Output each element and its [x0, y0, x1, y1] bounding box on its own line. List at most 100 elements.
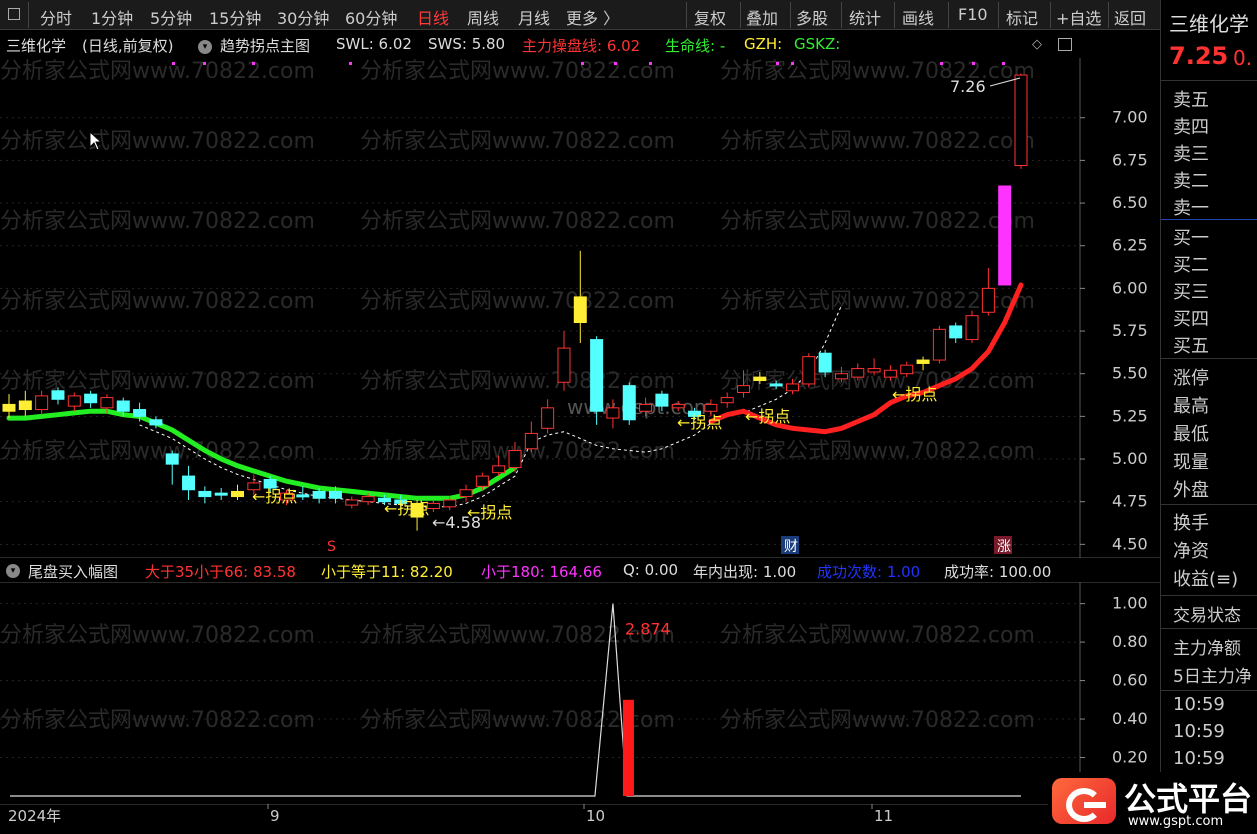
panel-toggle-icon[interactable]: [1058, 38, 1072, 51]
candle[interactable]: [67, 392, 81, 412]
add-watchlist-button[interactable]: +自选: [1056, 5, 1101, 29]
candle[interactable]: [981, 267, 995, 316]
diamond-icon[interactable]: ◇: [1032, 37, 1042, 52]
candle[interactable]: [345, 496, 359, 509]
y-tick-label: 6.25: [1112, 236, 1148, 255]
candle[interactable]: [459, 484, 473, 502]
tab-monthly[interactable]: 月线: [518, 5, 550, 29]
candle[interactable]: [165, 450, 179, 485]
signal-dot: [649, 62, 652, 65]
main-net-label: 主力净额: [1173, 639, 1241, 659]
tab-more[interactable]: 更多 〉: [566, 5, 619, 29]
y-tick-label: 5.75: [1112, 321, 1148, 340]
watermark-text: 分析家公式网www.70822.com: [720, 369, 1035, 394]
candle[interactable]: [965, 310, 979, 343]
sell4-label: 卖四: [1173, 117, 1209, 138]
limit-up-label: 涨停: [1173, 368, 1209, 389]
watermark-text: 分析家公式网www.70822.com: [360, 59, 675, 84]
watermark-text: 分析家公式网www.70822.com: [0, 369, 315, 394]
candle[interactable]: [524, 421, 538, 453]
x-label-year: 2024年: [8, 807, 61, 825]
buy5-label: 买五: [1173, 336, 1209, 357]
multi-stock-button[interactable]: 多股: [796, 5, 828, 29]
watermark-text: 分析家公式网www.70822.com: [0, 439, 315, 464]
lt180-value: 小于180: 164.66: [481, 563, 602, 581]
indicator-name[interactable]: 趋势拐点主图: [220, 35, 310, 56]
restore-rights-button[interactable]: 复权: [694, 5, 726, 29]
dashed-support-line: [139, 305, 842, 508]
candle[interactable]: [296, 486, 310, 500]
candle[interactable]: [214, 488, 228, 500]
main-kline-chart[interactable]: 分析家公式网www.70822.com 分析家公式网www.70822.com 分析…: [0, 58, 1160, 558]
tab-1min[interactable]: 1分钟: [91, 5, 133, 29]
candle[interactable]: [1014, 73, 1028, 169]
candle[interactable]: [541, 399, 555, 434]
trade-status-label[interactable]: 交易状态: [1173, 601, 1241, 626]
tab-fenshi[interactable]: 分时: [40, 5, 72, 29]
quote-panel: 三维化学 7.25 0. 卖五 卖四 卖三 卖二 卖一 买一 买二 买三 买四 …: [1160, 0, 1257, 834]
sub-y-tick-label: 0.20: [1112, 748, 1148, 767]
candle[interactable]: [622, 382, 636, 425]
signal-dot: [349, 62, 352, 65]
le11-value: 小于等于11: 82.20: [321, 563, 453, 581]
mark-button[interactable]: 标记: [1006, 5, 1038, 29]
candle[interactable]: [949, 322, 963, 343]
candle[interactable]: [35, 390, 49, 415]
candle[interactable]: [557, 331, 571, 391]
tab-daily[interactable]: 日线: [417, 5, 449, 29]
tab-5min[interactable]: 5分钟: [150, 5, 192, 29]
back-button[interactable]: 返回: [1114, 5, 1146, 29]
candle[interactable]: [573, 250, 587, 343]
success-count-value: 成功次数: 1.00: [817, 563, 921, 581]
tab-30min[interactable]: 30分钟: [277, 5, 329, 29]
y-tick-label: 5.00: [1112, 449, 1148, 468]
event-s-marker: S: [327, 539, 336, 555]
candle[interactable]: [720, 392, 734, 408]
candle[interactable]: [231, 484, 245, 500]
statistics-button[interactable]: 统计: [849, 5, 881, 29]
turn-point-label: ←拐点: [384, 499, 429, 518]
f10-button[interactable]: F10: [958, 5, 988, 24]
sws-value: SWS: 5.80: [428, 35, 506, 53]
watermark-text: 分析家公式网www.70822.com: [360, 209, 675, 234]
turn-point-label: ←拐点: [745, 407, 790, 426]
panel-stock-name: 三维化学: [1169, 12, 1249, 36]
success-rate-value: 成功率: 100.00: [944, 563, 1052, 581]
x-label-nov: 11: [874, 807, 893, 825]
earnings-label[interactable]: 收益(≡): [1173, 565, 1238, 591]
signal-dot: [172, 62, 175, 65]
buy3-label: 买三: [1173, 282, 1209, 303]
high-label: 最高: [1173, 396, 1209, 417]
low-label: 最低: [1173, 424, 1209, 445]
window-menu-icon[interactable]: [8, 8, 20, 20]
watermark: 分析家公式网www.70822.com 分析家公式网www.70822.com 分析…: [0, 59, 1035, 464]
candle[interactable]: [198, 486, 212, 504]
y-tick-label: 4.75: [1112, 492, 1148, 511]
five-day-net-label: 5日主力净: [1173, 667, 1252, 687]
candle[interactable]: [998, 185, 1012, 286]
candle[interactable]: [182, 465, 196, 500]
candle[interactable]: [2, 394, 16, 419]
turn-point-label: ←拐点: [677, 413, 722, 432]
tab-weekly[interactable]: 周线: [467, 5, 499, 29]
watermark-text: 分析家公式网www.70822.com: [720, 129, 1035, 154]
tab-60min[interactable]: 60分钟: [345, 5, 397, 29]
candle[interactable]: [18, 390, 32, 417]
sell2-label: 卖二: [1173, 171, 1209, 192]
candle[interactable]: [590, 336, 604, 425]
sub-chart-header: ▾ 尾盘买入幅图 大于35小于66: 83.58 小于等于11: 82.20 小…: [0, 560, 1080, 582]
overlay-button[interactable]: 叠加: [746, 5, 778, 29]
logo-g-icon: [1052, 778, 1116, 824]
sub-indicator-name[interactable]: 尾盘买入幅图: [28, 561, 118, 582]
signal-dot: [791, 62, 794, 65]
candle[interactable]: [932, 325, 946, 364]
event-cai-marker: 财: [784, 539, 798, 555]
watermark-text: 分析家公式网www.70822.com: [720, 439, 1035, 464]
signal-dot: [940, 62, 943, 65]
signal-dot: [1002, 62, 1005, 65]
signal-dot: [972, 62, 975, 65]
candle[interactable]: [802, 353, 816, 388]
tab-15min[interactable]: 15分钟: [209, 5, 261, 29]
sub-indicator-chart[interactable]: 分析家公式网www.70822.com 分析家公式网www.70822.com 分析…: [0, 582, 1160, 804]
draw-line-button[interactable]: 画线: [902, 5, 934, 29]
